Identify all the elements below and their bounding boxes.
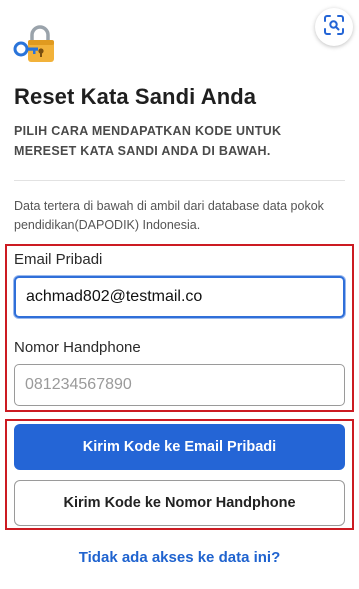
- phone-field[interactable]: 081234567890: [14, 364, 345, 406]
- info-text: Data tertera di bawah di ambil dari data…: [14, 199, 324, 232]
- scan-button[interactable]: [315, 8, 353, 46]
- phone-label: Nomor Handphone: [14, 339, 141, 356]
- no-access-link[interactable]: Tidak ada akses ke data ini?: [0, 549, 359, 566]
- send-code-phone-button[interactable]: Kirim Kode ke Nomor Handphone: [14, 480, 345, 526]
- page-title: Reset Kata Sandi Anda: [14, 84, 257, 109]
- scan-icon: [323, 14, 345, 41]
- lock-key-icon: [12, 24, 60, 66]
- divider: [14, 180, 345, 181]
- send-code-email-button[interactable]: Kirim Kode ke Email Pribadi: [14, 424, 345, 470]
- email-label: Email Pribadi: [14, 251, 103, 268]
- email-field[interactable]: achmad802@testmail.co: [14, 276, 345, 318]
- page-subtitle: PILIH CARA MENDAPATKAN KODE UNTUK MERESE…: [14, 124, 282, 158]
